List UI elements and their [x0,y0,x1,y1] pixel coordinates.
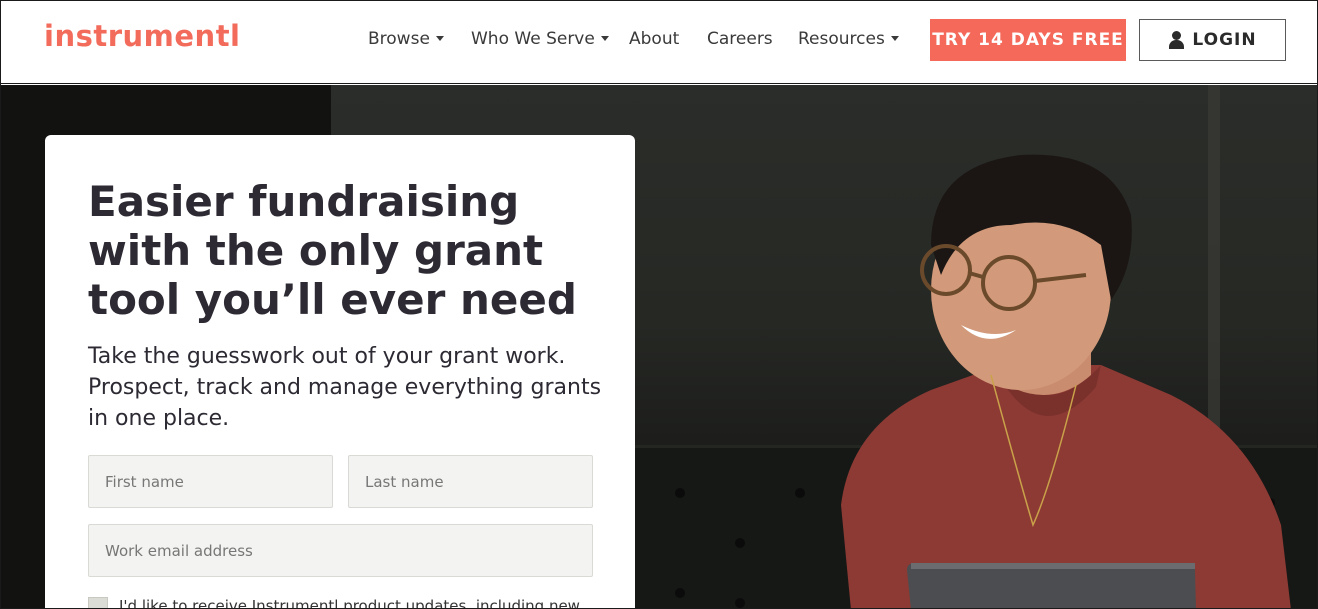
page-frame: instrumentl Browse Who We Serve About Ca… [0,0,1318,609]
login-label: LOGIN [1192,30,1257,50]
caret-down-icon [435,35,444,41]
caret-down-icon [600,35,609,41]
updates-checkbox[interactable] [88,597,108,608]
hero-subtext: Take the guesswork out of your grant wor… [88,344,602,431]
nav-resources[interactable]: Resources [798,29,899,49]
updates-checkbox-label: I'd like to receive Instrumentl product … [119,597,580,609]
hero-section: Easier fundraising with the only grant t… [1,85,1317,609]
last-name-input[interactable] [348,455,593,508]
hero-photo-person [841,154,1291,608]
site-header: instrumentl Browse Who We Serve About Ca… [1,1,1317,84]
brand-logo[interactable]: instrumentl [44,19,241,53]
nav-about[interactable]: About [629,29,679,49]
nav-about-label: About [629,29,680,49]
nav-resources-label: Resources [798,29,885,49]
nav-browse-label: Browse [368,29,430,49]
nav-careers[interactable]: Careers [707,29,773,49]
nav-who-we-serve-label: Who We Serve [471,29,595,49]
try-free-button[interactable]: TRY 14 DAYS FREE [930,19,1126,61]
first-name-input[interactable] [88,455,333,508]
caret-down-icon [890,35,899,41]
user-icon [1168,31,1185,49]
work-email-input[interactable] [88,524,593,577]
signup-card: Easier fundraising with the only grant t… [45,135,635,609]
login-button[interactable]: LOGIN [1139,19,1286,61]
nav-who-we-serve[interactable]: Who We Serve [471,29,609,49]
nav-browse[interactable]: Browse [368,29,444,49]
hero-headline: Easier fundraising with the only grant t… [88,177,577,324]
nav-careers-label: Careers [707,29,773,49]
